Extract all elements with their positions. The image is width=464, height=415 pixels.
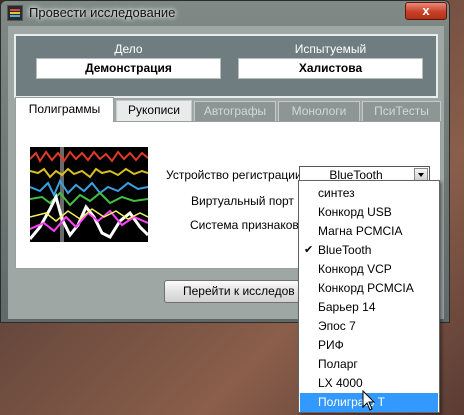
dropdown-option-checked[interactable]: ✔ BlueTooth bbox=[300, 241, 438, 260]
window-title: Провести исследование bbox=[29, 5, 176, 20]
dropdown-option[interactable]: Конкорд VCP bbox=[300, 260, 438, 279]
tab-monologues[interactable]: Монологи bbox=[278, 101, 360, 121]
case-field[interactable]: Демонстрация bbox=[36, 58, 221, 79]
dropdown-option[interactable]: Конкорд PCMCIA bbox=[300, 279, 438, 298]
case-header: Дело Демонстрация Испытуемый Халистова bbox=[14, 34, 438, 98]
mouse-cursor-icon bbox=[362, 390, 376, 411]
close-button[interactable]: x bbox=[405, 2, 447, 20]
dropdown-option[interactable]: синтез bbox=[300, 184, 438, 203]
subject-field[interactable]: Халистова bbox=[238, 58, 423, 79]
checkmark-icon: ✔ bbox=[304, 244, 314, 256]
tab-autographs[interactable]: Автографы bbox=[194, 101, 276, 121]
case-label: Дело bbox=[114, 42, 143, 56]
tab-polygrams[interactable]: Полиграммы bbox=[15, 97, 114, 122]
dropdown-option[interactable]: Барьер 14 bbox=[300, 298, 438, 317]
dropdown-option[interactable]: Эпос 7 bbox=[300, 317, 438, 336]
dropdown-option[interactable]: Поларг bbox=[300, 355, 438, 374]
go-to-research-button[interactable]: Перейти к исследов bbox=[164, 280, 314, 303]
dropdown-option-label: BlueTooth bbox=[318, 243, 372, 257]
tab-manuscripts[interactable]: Рукописи bbox=[116, 100, 192, 121]
dropdown-option[interactable]: Конкорд USB bbox=[300, 203, 438, 222]
tab-strip: Полиграммы Рукописи Автографы Монологи П… bbox=[15, 97, 441, 122]
subject-label: Испытуемый bbox=[294, 42, 367, 56]
device-dropdown-list[interactable]: синтез Конкорд USB Магна PCMCIA ✔ BlueTo… bbox=[298, 180, 440, 413]
features-label: Система признаков bbox=[190, 218, 299, 232]
polygram-preview-image bbox=[30, 147, 148, 242]
title-bar[interactable]: Провести исследование x bbox=[1, 1, 449, 25]
app-icon bbox=[7, 5, 23, 21]
tab-psytests[interactable]: ПсиТесты bbox=[362, 101, 441, 121]
device-label: Устройство регистрации bbox=[166, 168, 302, 182]
dropdown-option[interactable]: РИФ bbox=[300, 336, 438, 355]
virtual-port-label: Виртуальный порт bbox=[191, 194, 294, 208]
dropdown-option[interactable]: Магна PCMCIA bbox=[300, 222, 438, 241]
